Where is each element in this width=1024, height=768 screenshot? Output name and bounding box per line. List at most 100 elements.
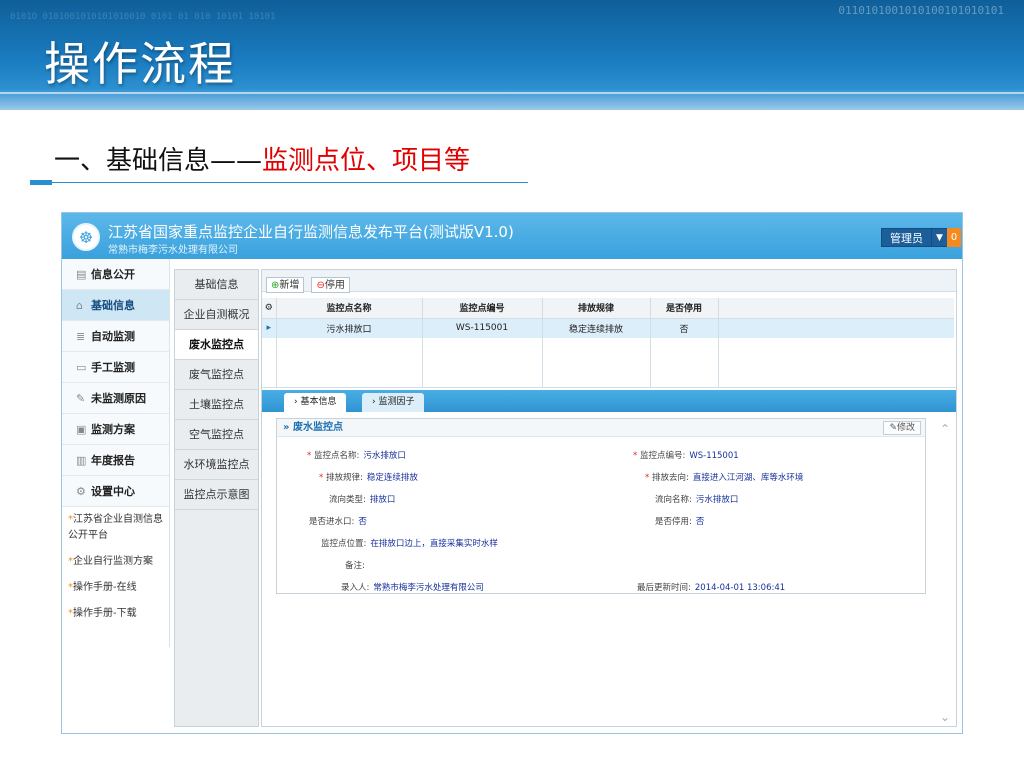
cell-name: 污水排放口 <box>276 318 423 338</box>
monitor-icon: ▭ <box>76 361 87 374</box>
header-curve <box>0 92 1024 110</box>
scroll-down-icon[interactable]: ⌄ <box>940 710 950 724</box>
field-value: WS-115001 <box>689 451 739 461</box>
table-row[interactable]: ▸ 污水排放口 WS-115001 稳定连续排放 否 <box>262 318 954 338</box>
slide-subtitle: 一、基础信息——监测点位、项目等 <box>54 140 470 177</box>
subnav-water-env[interactable]: 水环境监控点 <box>175 450 258 480</box>
app-title: 江苏省国家重点监控企业自行监测信息发布平台(测试版V1.0) <box>108 223 514 241</box>
emblem-icon: ☸ <box>72 223 100 251</box>
sidebar-item-info-public[interactable]: ▤ 信息公开 <box>62 259 169 290</box>
field-label: 录入人: <box>341 583 370 593</box>
sub-navigation: 基础信息 企业自测概况 废水监控点 废气监控点 土壤监控点 空气监控点 水环境监… <box>174 269 259 727</box>
col-header-code[interactable]: 监控点编号 <box>422 298 543 319</box>
sidebar-link-plan[interactable]: *企业自行监测方案 <box>62 549 169 575</box>
field-inlet: 是否进水口: 否 <box>309 515 367 527</box>
edit-button[interactable]: ✎修改 <box>883 421 921 435</box>
edit-icon: ✎ <box>76 392 86 405</box>
tab-monitor-factors[interactable]: › 监测因子 <box>362 393 425 412</box>
sidebar-item-settings[interactable]: ⚙ 设置中心 <box>62 476 169 507</box>
field-label: 最后更新时间: <box>637 583 691 593</box>
sidebar-item-manual-monitor[interactable]: ▭ 手工监测 <box>62 352 169 383</box>
disable-button[interactable]: ⊖停用 <box>311 277 350 293</box>
link-label: 操作手册-在线 <box>73 582 137 593</box>
tab-basic-info[interactable]: › 基本信息 <box>284 393 347 412</box>
sidebar-link-manual-online[interactable]: *操作手册-在线 <box>62 575 169 601</box>
field-note: 备注: <box>345 559 369 571</box>
plan-icon: ▣ <box>76 423 87 436</box>
app-header: ☸ 江苏省国家重点监控企业自行监测信息发布平台(测试版V1.0) 常熟市梅李污水… <box>62 213 962 259</box>
list-icon: ≣ <box>76 330 86 343</box>
subtitle-black: 一、基础信息—— <box>54 146 263 176</box>
sidebar-item-annual-report[interactable]: ▥ 年度报告 <box>62 445 169 476</box>
field-location: 监控点位置: 在排放口边上，直接采集实时水样 <box>321 537 498 549</box>
detail-panel: » 废水监控点 ✎修改 * 监控点名称: 污水排放口 * 监控点编号: WS-115… <box>276 418 926 594</box>
grid-settings-icon[interactable]: ⚙ <box>262 298 277 319</box>
required-marker: * <box>633 451 640 461</box>
tab-label: 监测因子 <box>378 397 415 407</box>
sidebar-link-platform[interactable]: *江苏省企业自测信息公开平台 <box>62 507 169 549</box>
main-panel: ⊕新增 ⊖停用 ⚙ 监控点名称 监控点编号 排放规律 是否停用 ▸ 污水排放口 … <box>261 269 957 727</box>
sidebar-item-label: 未监测原因 <box>91 392 146 405</box>
field-value: 排放口 <box>369 495 396 505</box>
subnav-wastewater[interactable]: 废水监控点 <box>175 330 258 360</box>
col-header-empty <box>718 298 954 319</box>
field-label: 监控点位置: <box>321 539 367 549</box>
user-menu-button[interactable]: 管理员 <box>881 228 932 247</box>
slide-header: 0101O 0101001010101010010 0101 01 010 10… <box>0 0 1024 110</box>
field-value: 稳定连续排放 <box>366 473 418 483</box>
subnav-overview[interactable]: 企业自测概况 <box>175 300 258 330</box>
field-label: 监控点编号: <box>639 451 686 461</box>
field-label: 是否进水口: <box>309 517 355 527</box>
add-label: 新增 <box>279 280 300 291</box>
detail-title: 废水监控点 <box>292 422 343 433</box>
sidebar-item-basic-info[interactable]: ⌂ 基础信息 <box>62 290 169 321</box>
pencil-icon: ✎ <box>889 423 897 433</box>
field-label: 备注: <box>345 561 365 571</box>
cell-rule: 稳定连续排放 <box>542 318 651 338</box>
app-subtitle: 常熟市梅李污水处理有限公司 <box>108 245 238 256</box>
sidebar-item-label: 自动监测 <box>91 330 135 343</box>
field-label: 排放规律: <box>325 473 363 483</box>
field-rule: * 排放规律: 稳定连续排放 <box>319 471 418 483</box>
col-header-name[interactable]: 监控点名称 <box>276 298 423 319</box>
home-icon: ⌂ <box>76 299 83 312</box>
field-value: 污水排放口 <box>695 495 739 505</box>
sidebar-link-manual-download[interactable]: *操作手册-下载 <box>62 601 169 627</box>
subtitle-underline <box>30 182 528 183</box>
link-label: 江苏省企业自测信息公开平台 <box>68 514 163 541</box>
field-stopped: 是否停用: 否 <box>655 515 704 527</box>
subnav-basic-info[interactable]: 基础信息 <box>175 270 258 300</box>
subnav-soil[interactable]: 土壤监控点 <box>175 390 258 420</box>
tab-label: 基本信息 <box>300 397 337 407</box>
field-value: 污水排放口 <box>363 451 406 461</box>
col-header-rule[interactable]: 排放规律 <box>542 298 651 319</box>
field-label: 监控点名称: <box>313 451 360 461</box>
sidebar-item-label: 设置中心 <box>91 485 135 498</box>
field-label: 是否停用: <box>655 517 692 527</box>
grid-filler-row <box>262 338 954 387</box>
scroll-up-icon[interactable]: ⌃ <box>940 422 950 436</box>
field-last-update: 最后更新时间: 2014-04-01 13:06:41 <box>637 581 785 593</box>
report-icon: ▥ <box>76 454 87 467</box>
subnav-exhaust[interactable]: 废气监控点 <box>175 360 258 390</box>
disable-label: 停用 <box>324 280 345 291</box>
subnav-air[interactable]: 空气监控点 <box>175 420 258 450</box>
field-label: 流向名称: <box>655 495 692 505</box>
subnav-map[interactable]: 监控点示意图 <box>175 480 258 510</box>
gear-icon: ⚙ <box>76 485 86 498</box>
field-value: 2014-04-01 13:06:41 <box>694 583 786 593</box>
notification-badge[interactable]: 0 <box>947 228 961 247</box>
sidebar-item-label: 信息公开 <box>91 268 135 281</box>
field-flow-type: 流向类型: 排放口 <box>329 493 395 505</box>
sidebar-item-monitor-plan[interactable]: ▣ 监测方案 <box>62 414 169 445</box>
required-marker: * <box>645 473 652 483</box>
chevron-down-icon[interactable]: ▼ <box>931 228 948 247</box>
cell-code: WS-115001 <box>422 318 543 338</box>
row-pointer-icon: ▸ <box>262 318 277 338</box>
sidebar-item-auto-monitor[interactable]: ≣ 自动监测 <box>62 321 169 352</box>
sidebar-item-unmonitored-reason[interactable]: ✎ 未监测原因 <box>62 383 169 414</box>
col-header-disabled[interactable]: 是否停用 <box>650 298 719 319</box>
add-button[interactable]: ⊕新增 <box>266 277 305 293</box>
subtitle-marker <box>30 180 52 185</box>
field-label: 流向类型: <box>329 495 366 505</box>
